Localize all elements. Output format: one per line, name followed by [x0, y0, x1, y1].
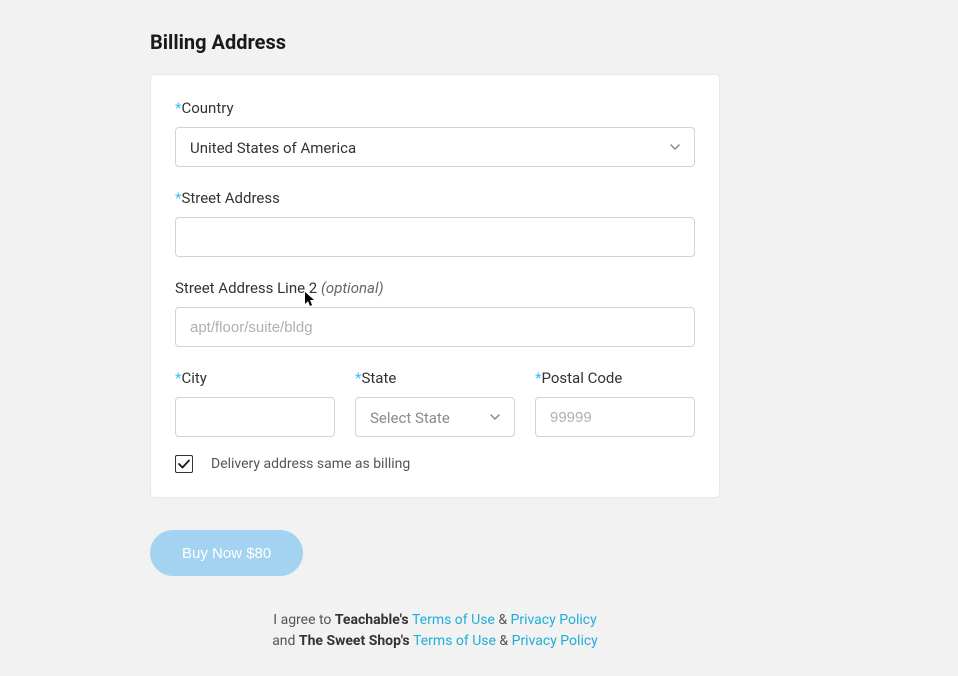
- street-label: *Street Address: [175, 189, 695, 207]
- footer-agreement: I agree to Teachable's Terms of Use & Pr…: [150, 610, 720, 652]
- postal-label: *Postal Code: [535, 369, 695, 387]
- country-label-text: Country: [181, 99, 233, 117]
- check-icon: [178, 459, 190, 469]
- state-label-text: State: [361, 369, 396, 387]
- teachable-privacy-link[interactable]: Privacy Policy: [511, 612, 597, 628]
- footer-company1: Teachable's: [335, 612, 412, 628]
- buy-now-button[interactable]: Buy Now $80: [150, 530, 303, 576]
- country-value: United States of America: [176, 128, 694, 168]
- country-label: *Country: [175, 99, 695, 117]
- footer-and: and: [272, 633, 299, 649]
- street2-label-text: Street Address Line 2: [175, 279, 321, 297]
- street2-optional: (optional): [321, 279, 384, 297]
- street2-label: Street Address Line 2 (optional): [175, 279, 695, 297]
- footer-company2: The Sweet Shop's: [299, 633, 413, 649]
- delivery-same-checkbox[interactable]: [175, 455, 193, 473]
- city-label: *City: [175, 369, 335, 387]
- footer-amp1: &: [495, 612, 511, 628]
- country-select[interactable]: United States of America: [175, 127, 695, 167]
- chevron-down-icon: [490, 414, 500, 420]
- street-input[interactable]: [175, 217, 695, 257]
- chevron-down-icon: [670, 144, 680, 150]
- sweetshop-terms-link[interactable]: Terms of Use: [413, 633, 496, 649]
- state-label: *State: [355, 369, 515, 387]
- delivery-same-label: Delivery address same as billing: [211, 456, 410, 472]
- billing-address-card: *Country United States of America *Stree…: [150, 74, 720, 498]
- street2-input[interactable]: [175, 307, 695, 347]
- footer-agree: I agree to: [273, 612, 335, 628]
- postal-input[interactable]: [535, 397, 695, 437]
- city-label-text: City: [181, 369, 206, 387]
- teachable-terms-link[interactable]: Terms of Use: [412, 612, 495, 628]
- sweetshop-privacy-link[interactable]: Privacy Policy: [512, 633, 598, 649]
- city-input[interactable]: [175, 397, 335, 437]
- footer-amp2: &: [496, 633, 512, 649]
- postal-label-text: Postal Code: [541, 369, 622, 387]
- state-select[interactable]: Select State: [355, 397, 515, 437]
- street-label-text: Street Address: [181, 189, 279, 207]
- billing-address-title: Billing Address: [150, 30, 720, 54]
